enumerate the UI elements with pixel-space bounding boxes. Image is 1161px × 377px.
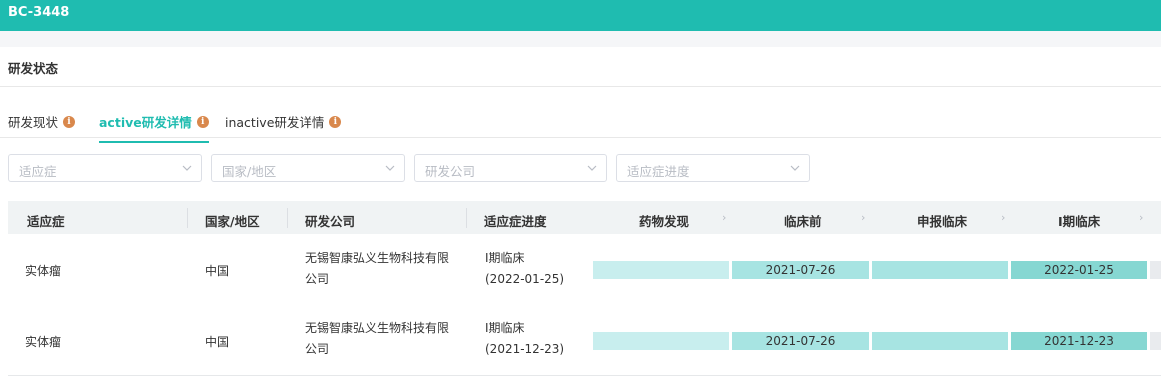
company-cell: 无锡智康弘义生物科技有限 公司	[305, 318, 449, 360]
tab-inactive-details[interactable]: inactive研发详情 i	[225, 112, 342, 131]
stage-bar-phase1: 2021-12-23	[1011, 332, 1147, 350]
column-header-country[interactable]: 国家/地区	[205, 211, 260, 230]
select-placeholder: 研发公司	[425, 164, 476, 179]
progress-cell: Ⅰ期临床 (2022-01-25)	[485, 248, 564, 290]
company-line: 无锡智康弘义生物科技有限	[305, 321, 450, 335]
tab-label: active研发详情	[99, 115, 192, 130]
stage-bar-preclinical: 2021-07-26	[732, 261, 869, 279]
chevron-right-icon: ›	[1001, 211, 1006, 224]
progress-select[interactable]: 适应症进度	[616, 154, 810, 182]
tab-bar: 研发现状 i active研发详情 i inactive研发详情 i	[0, 104, 1161, 143]
progress-stage: Ⅰ期临床	[485, 251, 525, 265]
progress-date: (2022-01-25)	[485, 272, 565, 286]
tab-label: 研发现状	[8, 115, 59, 130]
info-icon[interactable]: i	[329, 115, 342, 128]
progress-stage: Ⅰ期临床	[485, 321, 525, 335]
chevron-right-icon: ›	[722, 211, 727, 224]
column-divider	[187, 208, 188, 228]
tab-active-details[interactable]: active研发详情 i	[99, 112, 209, 143]
tab-label: inactive研发详情	[225, 115, 325, 130]
table-bottom-border	[8, 375, 1161, 376]
indication-select[interactable]: 适应症	[8, 154, 202, 182]
stage-date: 2022-01-25	[1044, 263, 1114, 277]
info-icon[interactable]: i	[63, 115, 76, 128]
stage-bar-phase1: 2022-01-25	[1011, 261, 1147, 279]
progress-cell: Ⅰ期临床 (2021-12-23)	[485, 318, 564, 360]
company-cell: 无锡智康弘义生物科技有限 公司	[305, 248, 449, 290]
chevron-right-icon: ›	[861, 211, 866, 224]
stage-bar-next	[1150, 261, 1161, 279]
company-line: 公司	[305, 272, 330, 286]
stage-bar-preclinical: 2021-07-26	[732, 332, 869, 350]
indication-cell: 实体瘤	[25, 335, 62, 349]
select-placeholder: 适应症进度	[627, 164, 690, 179]
country-cell: 中国	[205, 264, 230, 278]
company-line: 公司	[305, 342, 330, 356]
stage-date: 2021-07-26	[765, 334, 836, 348]
header-strip	[0, 31, 1161, 47]
chevron-down-icon	[182, 165, 192, 171]
country-select[interactable]: 国家/地区	[211, 154, 405, 182]
stage-header-discovery: 药物发现	[639, 214, 690, 229]
select-placeholder: 国家/地区	[222, 164, 277, 179]
table-header: 适应症 国家/地区 研发公司 适应症进度 药物发现 › 临床前 › 申报临床 ›…	[8, 201, 1161, 234]
column-header-company[interactable]: 研发公司	[305, 211, 355, 230]
country-cell: 中国	[205, 335, 230, 349]
stage-date: 2021-07-26	[765, 263, 836, 277]
stage-header-phase1: Ⅰ期临床	[1058, 214, 1101, 229]
chevron-right-icon: ›	[1139, 211, 1144, 224]
chevron-down-icon	[587, 165, 597, 171]
stage-bar-discovery	[593, 332, 729, 350]
indication-cell: 实体瘤	[25, 264, 62, 278]
section-title: 研发状态	[8, 61, 59, 76]
stage-bar-discovery	[593, 261, 729, 279]
chevron-down-icon	[385, 165, 395, 171]
chevron-down-icon	[790, 165, 800, 171]
stage-header-preclinical: 临床前	[784, 214, 822, 229]
tab-current-status[interactable]: 研发现状 i	[8, 112, 76, 131]
column-divider	[287, 208, 288, 228]
column-header-progress[interactable]: 适应症进度	[484, 211, 547, 230]
divider	[0, 86, 1161, 87]
column-header-indication[interactable]: 适应症	[27, 211, 65, 230]
page-title: BC-3448	[8, 5, 70, 20]
stage-header-ind: 申报临床	[917, 214, 968, 229]
company-select[interactable]: 研发公司	[414, 154, 607, 182]
table-row[interactable]: 实体瘤 中国 无锡智康弘义生物科技有限 公司 Ⅰ期临床 (2021-12-23)…	[8, 305, 1161, 371]
table-row[interactable]: 实体瘤 中国 无锡智康弘义生物科技有限 公司 Ⅰ期临床 (2022-01-25)…	[8, 235, 1161, 301]
info-icon[interactable]: i	[196, 115, 209, 128]
company-line: 无锡智康弘义生物科技有限	[305, 251, 450, 265]
column-divider	[466, 208, 467, 228]
stage-date: 2021-12-23	[1044, 334, 1114, 348]
top-bar: BC-3448	[0, 0, 1161, 31]
stage-bar-ind	[872, 332, 1008, 350]
select-placeholder: 适应症	[19, 164, 57, 179]
stage-bar-ind	[872, 261, 1008, 279]
stage-bar-next	[1150, 332, 1161, 350]
progress-date: (2021-12-23)	[485, 342, 565, 356]
